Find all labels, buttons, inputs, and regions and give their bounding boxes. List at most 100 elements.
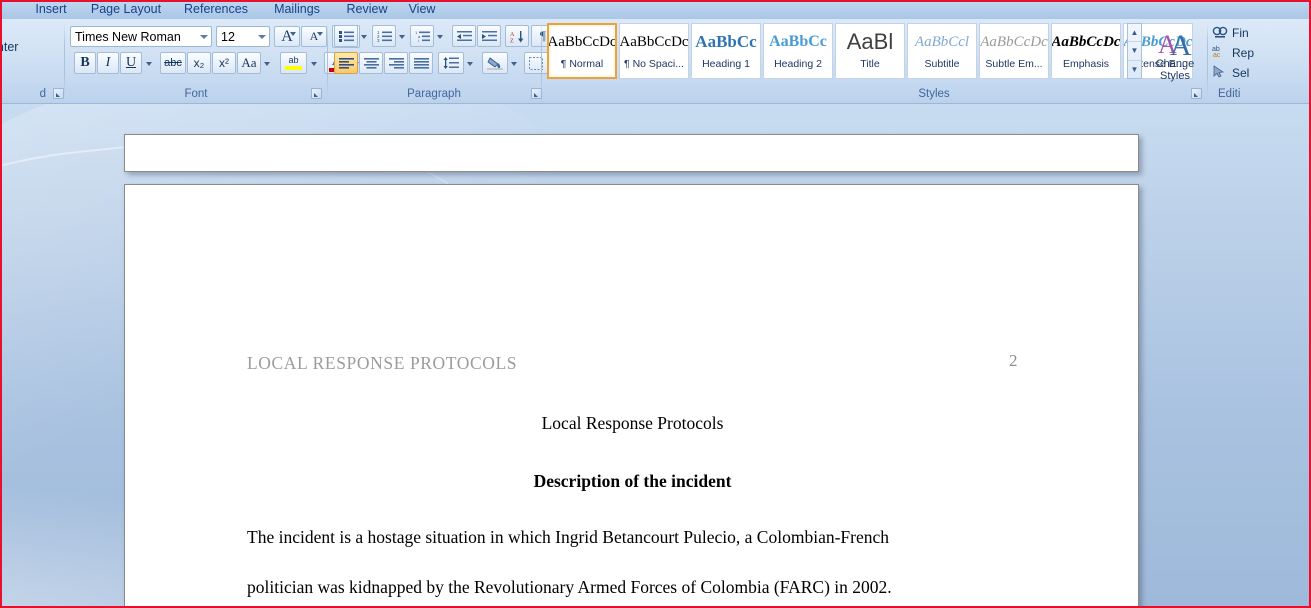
strikethrough-button[interactable]: abc xyxy=(160,52,186,74)
tab-page-layout[interactable]: Page Layout xyxy=(80,0,172,19)
highlight-color-dropdown[interactable] xyxy=(307,52,320,74)
change-case-dropdown[interactable] xyxy=(261,52,273,74)
line-spacing-button[interactable] xyxy=(438,52,464,74)
chevron-down-icon xyxy=(399,35,405,39)
style-subtitle[interactable]: AaBbCcl Subtitle xyxy=(907,23,977,79)
copy-button[interactable]: y xyxy=(2,21,18,38)
style-normal[interactable]: AaBbCcDc ¶ Normal xyxy=(547,23,617,79)
shading-dropdown[interactable] xyxy=(508,52,520,74)
chevron-down-icon xyxy=(511,62,517,66)
style-preview: AaBbCcl xyxy=(914,34,970,50)
tab-mailings[interactable]: Mailings xyxy=(260,0,334,19)
decrease-indent-button[interactable] xyxy=(452,25,476,47)
numbering-button[interactable]: 1 2 3 xyxy=(372,25,396,47)
highlight-swatch xyxy=(285,66,302,70)
font-name-combobox[interactable]: Times New Roman xyxy=(70,26,212,47)
find-button[interactable]: Fin xyxy=(1212,23,1249,42)
bold-button[interactable]: B xyxy=(74,52,96,74)
style-emphasis[interactable]: AaBbCcDc Emphasis xyxy=(1051,23,1121,79)
tab-view[interactable]: View xyxy=(396,0,448,19)
superscript-button[interactable]: x² xyxy=(212,52,236,74)
styles-scroll-down-button[interactable]: ▼ xyxy=(1128,42,1141,61)
caret-up-icon xyxy=(290,32,296,36)
chevron-down-icon xyxy=(437,35,443,39)
change-styles-button[interactable]: A A Change Styles xyxy=(1146,22,1204,82)
shrink-font-button[interactable]: A xyxy=(301,26,327,47)
subscript-icon: x₂ xyxy=(193,56,205,70)
font-dialog-launcher[interactable] xyxy=(311,88,322,99)
style-heading-2[interactable]: AaBbCc Heading 2 xyxy=(763,23,833,79)
bullets-button[interactable] xyxy=(334,25,358,47)
change-styles-label-1: Change xyxy=(1155,58,1195,70)
document-page-current[interactable]: LOCAL RESPONSE PROTOCOLS 2 Local Respons… xyxy=(124,184,1139,606)
select-button[interactable]: Sel xyxy=(1213,63,1250,82)
change-case-button[interactable]: Aa xyxy=(237,52,261,74)
multilevel-list-button[interactable]: 1 a i xyxy=(410,25,434,47)
document-title-paragraph: Local Response Protocols xyxy=(541,413,724,433)
group-label-font: Font xyxy=(184,88,208,100)
highlighter-icon: ab xyxy=(288,55,299,65)
line-spacing-dropdown[interactable] xyxy=(464,52,476,74)
underline-icon: U xyxy=(125,55,137,70)
style-preview: AaBbCcDc xyxy=(1051,34,1121,50)
document-canvas[interactable]: LOCAL RESPONSE PROTOCOLS 2 Local Respons… xyxy=(2,104,1309,606)
chevron-down-icon xyxy=(361,35,367,39)
style-heading-1[interactable]: AaBbCc Heading 1 xyxy=(691,23,761,79)
style-title[interactable]: AaBl Title xyxy=(835,23,905,79)
underline-dropdown[interactable] xyxy=(142,52,155,74)
chevron-down-icon xyxy=(258,34,266,39)
numbering-icon: 1 2 3 xyxy=(377,30,392,42)
font-size-combobox[interactable]: 12 xyxy=(216,26,270,47)
grow-font-button[interactable]: A xyxy=(274,26,300,47)
chevron-down-icon xyxy=(467,62,473,66)
multilevel-list-dropdown[interactable] xyxy=(434,25,446,47)
cursor-select-icon xyxy=(1213,65,1225,78)
tab-insert[interactable]: Insert xyxy=(22,0,80,19)
change-case-icon: Aa xyxy=(241,55,257,70)
change-styles-icon: A A xyxy=(1158,29,1192,57)
document-page-previous xyxy=(124,134,1139,172)
document-body-line: The incident is a hostage situation in w… xyxy=(247,527,890,547)
align-left-button[interactable] xyxy=(334,52,358,74)
increase-indent-button[interactable] xyxy=(477,25,501,47)
sort-button[interactable]: A Z xyxy=(505,25,529,47)
group-separator xyxy=(64,23,65,97)
text-highlight-color-button[interactable]: ab xyxy=(280,52,307,74)
styles-scroll-up-button[interactable]: ▲ xyxy=(1128,24,1141,43)
numbering-dropdown[interactable] xyxy=(396,25,408,47)
font-size-value: 12 xyxy=(221,29,235,44)
ribbon-group-editing: Fin ab ac Rep Sel Editi xyxy=(1210,21,1309,101)
align-right-button[interactable] xyxy=(384,52,408,74)
group-label-editing: Editi xyxy=(1218,88,1241,100)
subscript-button[interactable]: x₂ xyxy=(187,52,211,74)
style-no-spacing[interactable]: AaBbCcDc ¶ No Spaci... xyxy=(619,23,689,79)
shading-button[interactable] xyxy=(482,52,508,74)
styles-dialog-launcher[interactable] xyxy=(1191,88,1202,99)
style-name: Subtle Em... xyxy=(985,58,1043,70)
styles-more-button[interactable]: ▼ xyxy=(1128,61,1141,78)
sort-icon: A Z xyxy=(510,30,523,43)
replace-button[interactable]: ab ac Rep xyxy=(1212,43,1254,62)
document-body-line: politician was kidnapped by the Revoluti… xyxy=(247,577,892,597)
select-label: Sel xyxy=(1232,65,1250,80)
italic-button[interactable]: I xyxy=(97,52,119,74)
document-section-heading: Description of the incident xyxy=(533,471,732,491)
align-center-button[interactable] xyxy=(359,52,383,74)
ribbon-group-clipboard: y nat Painter d xyxy=(2,21,68,101)
style-name: Emphasis xyxy=(1062,58,1110,70)
style-subtle-emphasis[interactable]: AaBbCcDc Subtle Em... xyxy=(979,23,1049,79)
styles-gallery-scrollbar[interactable]: ▲ ▼ ▼ xyxy=(1127,23,1142,79)
tab-references[interactable]: References xyxy=(172,0,260,19)
group-separator xyxy=(541,23,542,97)
bullets-dropdown[interactable] xyxy=(358,25,370,47)
italic-icon: I xyxy=(105,55,111,70)
multilevel-list-icon: 1 a i xyxy=(415,30,430,42)
style-preview: AaBbCc xyxy=(695,32,757,51)
underline-button[interactable]: U xyxy=(120,52,142,74)
clipboard-dialog-launcher[interactable] xyxy=(53,88,64,99)
decrease-indent-icon xyxy=(456,31,472,41)
format-painter-button[interactable]: nat Painter xyxy=(2,38,52,56)
tab-review[interactable]: Review xyxy=(334,0,400,19)
find-label: Fin xyxy=(1232,25,1249,40)
justify-button[interactable] xyxy=(409,52,433,74)
